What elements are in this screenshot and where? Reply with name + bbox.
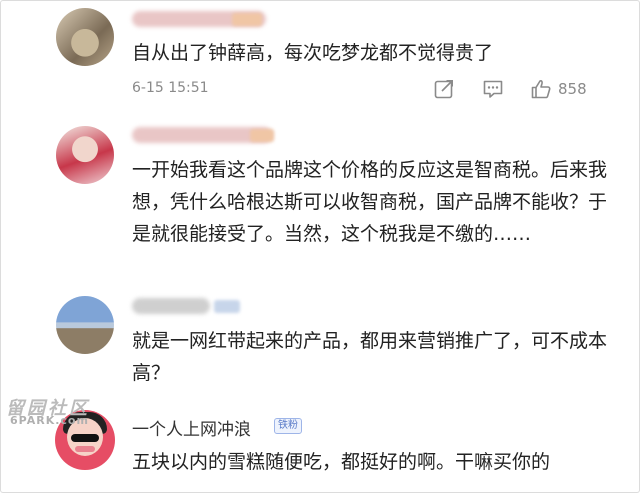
comment-text: 自从出了钟薛高，每次吃梦龙都不觉得贵了 (132, 42, 494, 64)
avatar-sunglasses (71, 434, 99, 442)
comment-timestamp: 6-15 15:51 (132, 80, 209, 96)
comment-icon[interactable] (482, 78, 504, 100)
avatar[interactable] (56, 8, 114, 66)
comment-text: 五块以内的雪糕随便吃，都挺好的啊。干嘛买你的 (132, 451, 551, 473)
watermark-site: 6PARK.com (10, 414, 89, 427)
fan-badge: 铁粉 (274, 418, 302, 434)
blurred-user-badge (232, 13, 262, 26)
share-icon[interactable] (433, 78, 455, 100)
blurred-user-badge (214, 300, 240, 313)
thumbs-up-icon[interactable] (530, 78, 552, 100)
comment-text: 一开始我看这个品牌这个价格的反应这是智商税。后来我想，凭什么哈根达斯可以收智商税… (132, 159, 608, 245)
comment-text: 就是一网红带起来的产品，都用来营销推广了，可不成本高？ (132, 330, 608, 384)
avatar[interactable] (56, 126, 114, 184)
avatar-mouth (75, 446, 95, 452)
blurred-user-badge (250, 129, 274, 142)
like-count: 858 (558, 80, 587, 98)
avatar[interactable] (56, 296, 114, 354)
username[interactable]: 一个人上网冲浪 (132, 415, 251, 440)
blurred-username[interactable] (132, 298, 210, 314)
